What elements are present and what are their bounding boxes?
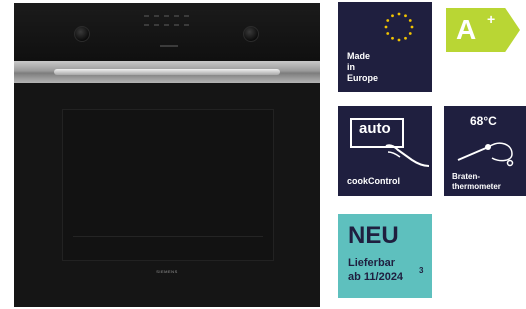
new-title: NEU: [348, 222, 399, 249]
eu-star: [391, 36, 394, 40]
eu-star: [397, 12, 401, 16]
eu-star: [384, 25, 388, 29]
cook-control-badge: auto cookControl: [338, 106, 432, 196]
eu-star: [386, 32, 390, 35]
control-display: [144, 15, 194, 51]
new-availability-badge: NEU Lieferbar ab 11/2024 3: [338, 214, 432, 298]
eu-star: [408, 32, 412, 35]
eu-star: [397, 38, 401, 42]
eu-star: [410, 25, 414, 29]
hand-icon: [385, 144, 430, 167]
right-knob-icon: [243, 26, 259, 42]
eu-star: [404, 36, 407, 40]
auto-display-text: auto: [359, 120, 391, 137]
thermometer-temperature: 68°C: [470, 114, 497, 128]
availability-line2: ab 11/2024: [348, 271, 404, 283]
energy-class-suffix: +: [487, 11, 496, 27]
made-in-europe-label: Made in Europe: [347, 51, 379, 83]
energy-class-label: A: [456, 14, 477, 45]
thermometer-label: Braten- thermometer: [452, 172, 501, 191]
oven-image: SIEMENS: [14, 3, 320, 307]
oven-door: SIEMENS: [14, 83, 320, 307]
brand-logo: SIEMENS: [156, 269, 178, 274]
left-knob-icon: [74, 26, 90, 42]
eu-star: [404, 14, 407, 18]
cook-control-label: cookControl: [347, 176, 400, 186]
made-in-europe-badge: Made in Europe: [338, 2, 432, 92]
meat-thermometer-badge: 68°C Braten- thermometer: [444, 106, 526, 196]
control-panel: [14, 3, 320, 61]
eu-stars-icon: [384, 12, 414, 42]
eu-star: [391, 14, 394, 18]
eu-star: [386, 19, 390, 22]
thermometer-icon: [457, 142, 514, 167]
door-handle: [54, 69, 280, 75]
eu-star: [408, 19, 412, 22]
availability-line1: Lieferbar: [348, 257, 396, 269]
energy-class-badge: A +: [446, 8, 520, 52]
oven-window: [62, 109, 274, 261]
availability-footnote: 3: [419, 266, 424, 275]
